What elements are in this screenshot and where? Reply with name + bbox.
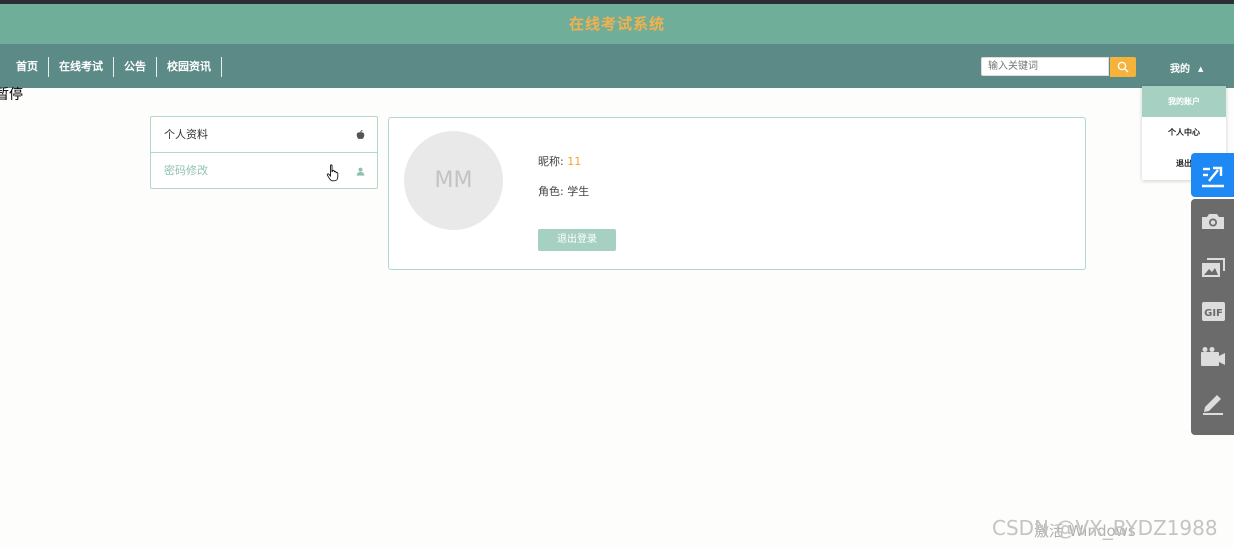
nav-links: 首页 在线考试 公告 校园资讯	[6, 57, 222, 77]
nav-link-online-exam[interactable]: 在线考试	[49, 57, 114, 77]
caret-down-icon: ▲	[1198, 65, 1204, 73]
nickname-label: 昵称:	[538, 155, 564, 168]
paused-overlay-text: 暂停	[0, 87, 23, 103]
my-account-menu[interactable]: 我的 ▲	[1170, 60, 1203, 75]
csdn-watermark: CSDN @VX_BYDZ1988	[992, 516, 1218, 540]
nav-link-home[interactable]: 首页	[6, 57, 49, 77]
sidebar-item-profile[interactable]: 个人资料	[151, 117, 377, 152]
camera-icon	[1202, 214, 1224, 229]
search-input[interactable]	[981, 57, 1109, 76]
role-row: 角色: 学生	[538, 183, 589, 199]
search-icon	[1117, 61, 1129, 73]
image-tool[interactable]	[1191, 249, 1234, 285]
svg-text:GIF: GIF	[1204, 308, 1223, 319]
image-icon	[1202, 258, 1225, 277]
user-icon	[356, 153, 365, 188]
screenshot-toolbar: GIF	[1191, 199, 1234, 435]
profile-card: MM 昵称: 11 角色: 学生 退出登录	[388, 117, 1086, 270]
nav-link-campus-news[interactable]: 校园资讯	[157, 57, 222, 77]
pen-tool[interactable]	[1191, 385, 1234, 421]
video-icon	[1201, 347, 1225, 366]
logout-button[interactable]: 退出登录	[538, 229, 616, 251]
nickname-row: 昵称: 11	[538, 153, 581, 169]
dropdown-item-my-account[interactable]: 我的账户	[1142, 86, 1226, 117]
apple-icon	[356, 117, 365, 152]
video-tool[interactable]	[1191, 339, 1234, 375]
role-value: 学生	[567, 185, 590, 198]
profile-sidebar: 个人资料 密码修改	[150, 116, 378, 189]
search-button[interactable]	[1110, 57, 1136, 77]
share-icon	[1202, 166, 1224, 188]
nickname-value: 11	[567, 155, 582, 168]
share-button[interactable]	[1191, 153, 1234, 197]
camera-tool[interactable]	[1191, 203, 1234, 239]
my-account-label: 我的	[1170, 64, 1190, 75]
pen-icon	[1203, 395, 1223, 415]
nav-link-notice[interactable]: 公告	[114, 57, 157, 77]
dropdown-item-personal-center[interactable]: 个人中心	[1142, 117, 1226, 148]
sidebar-item-label: 密码修改	[164, 164, 208, 177]
avatar: MM	[404, 131, 503, 230]
sidebar-item-label: 个人资料	[164, 128, 208, 141]
gif-icon: GIF	[1202, 302, 1225, 321]
role-label: 角色:	[538, 185, 564, 198]
gif-tool[interactable]: GIF	[1191, 293, 1234, 329]
hand-cursor-icon	[326, 164, 340, 186]
sidebar-item-change-password[interactable]: 密码修改	[151, 152, 377, 188]
app-title: 在线考试系统	[0, 4, 1234, 44]
